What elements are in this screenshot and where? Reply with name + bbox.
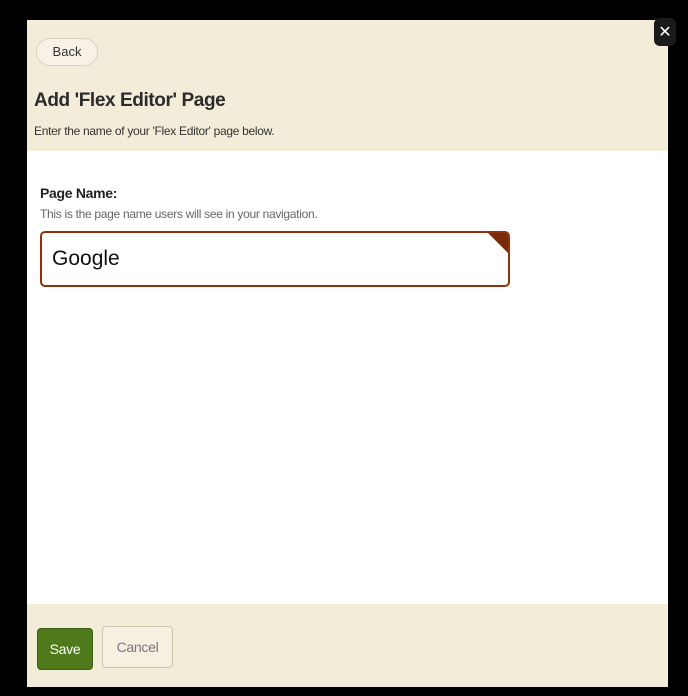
save-button[interactable]: Save xyxy=(37,628,93,670)
back-button[interactable]: Back xyxy=(36,38,98,66)
cancel-button[interactable]: Cancel xyxy=(102,626,173,668)
page-name-input[interactable] xyxy=(42,233,508,285)
page-subtitle: Enter the name of your 'Flex Editor' pag… xyxy=(34,124,275,138)
required-indicator xyxy=(488,233,508,253)
page-name-field[interactable] xyxy=(40,231,510,287)
screen-frame: Back Add 'Flex Editor' Page Enter the na… xyxy=(0,0,688,696)
page-name-help: This is the page name users will see in … xyxy=(40,207,318,221)
add-page-dialog: Back Add 'Flex Editor' Page Enter the na… xyxy=(27,20,668,687)
page-title: Add 'Flex Editor' Page xyxy=(34,90,226,111)
close-icon[interactable]: ✕ xyxy=(654,18,676,46)
dialog-header: Back Add 'Flex Editor' Page Enter the na… xyxy=(27,20,668,151)
dialog-content: Page Name: This is the page name users w… xyxy=(27,151,668,604)
page-name-label: Page Name: xyxy=(40,185,118,201)
dialog-footer: Save Cancel xyxy=(27,604,668,687)
